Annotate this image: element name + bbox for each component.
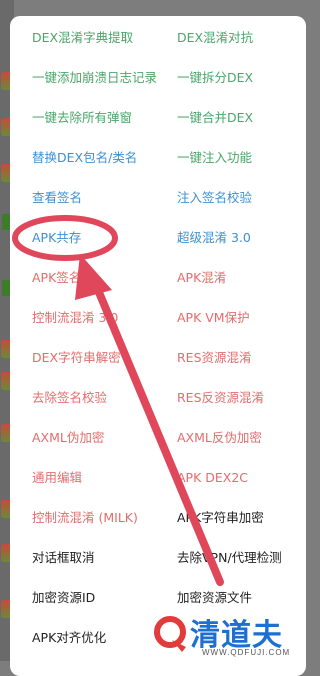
menu-item[interactable]: 对话框取消 [10, 538, 157, 578]
menu-item[interactable]: 控制流混淆 3.0 [10, 298, 157, 338]
menu-item[interactable]: 查看签名 [10, 178, 157, 218]
menu-item[interactable]: 去除VPN/代理检测 [157, 538, 306, 578]
watermark-url: WWW.QDFUJI.COM [202, 648, 291, 657]
menu-item[interactable]: APK签名 [10, 258, 157, 298]
menu-item[interactable]: 替换DEX包名/类名 [10, 138, 157, 178]
menu-item[interactable]: DEX混淆字典提取 [10, 18, 157, 58]
menu-row: 控制流混淆 3.0 APK VM保护 [10, 298, 306, 338]
menu-row: 一键去除所有弹窗 一键合并DEX [10, 98, 306, 138]
menu-item[interactable]: 注入签名校验 [157, 178, 306, 218]
menu-item[interactable]: AXML反伪加密 [157, 418, 306, 458]
menu-item[interactable]: 超级混淆 3.0 [157, 218, 306, 258]
menu-row: 一键添加崩溃日志记录 一键拆分DEX [10, 58, 306, 98]
tools-popup-menu: DEX混淆字典提取 DEX混淆对抗 一键添加崩溃日志记录 一键拆分DEX 一键去除所有弹… [10, 16, 306, 676]
menu-item[interactable]: 加密资源ID [10, 578, 157, 618]
menu-item[interactable]: 通用编辑 [10, 458, 157, 498]
menu-item[interactable]: DEX混淆对抗 [157, 18, 306, 58]
menu-item[interactable]: APK混淆 [157, 258, 306, 298]
menu-item[interactable]: RES资源混淆 [157, 338, 306, 378]
menu-item[interactable]: APK字符串加密 [157, 498, 306, 538]
menu-item[interactable]: 一键合并DEX [157, 98, 306, 138]
menu-row: 去除签名校验 RES反资源混淆 [10, 378, 306, 418]
menu-row: 对话框取消 去除VPN/代理检测 [10, 538, 306, 578]
menu-item[interactable]: 去除签名校验 [10, 378, 157, 418]
menu-item[interactable]: 控制流混淆 (MILK) [10, 498, 157, 538]
menu-item[interactable]: APK VM保护 [157, 298, 306, 338]
menu-row: 替换DEX包名/类名 一键注入功能 [10, 138, 306, 178]
menu-item[interactable]: 一键拆分DEX [157, 58, 306, 98]
watermark: 清道夫 WWW.QDFUJI.COM [150, 612, 320, 661]
menu-item[interactable]: APK共存 [10, 218, 157, 258]
menu-row: DEX混淆字典提取 DEX混淆对抗 [10, 18, 306, 58]
menu-item[interactable]: 一键添加崩溃日志记录 [10, 58, 157, 98]
menu-item[interactable]: 一键注入功能 [157, 138, 306, 178]
menu-item[interactable]: APK DEX2C [157, 458, 306, 498]
menu-item[interactable]: RES反资源混淆 [157, 378, 306, 418]
menu-row: APK共存 超级混淆 3.0 [10, 218, 306, 258]
menu-row: APK签名 APK混淆 [10, 258, 306, 298]
menu-row: DEX字符串解密 RES资源混淆 [10, 338, 306, 378]
menu-item[interactable]: 一键去除所有弹窗 [10, 98, 157, 138]
menu-item[interactable]: AXML伪加密 [10, 418, 157, 458]
menu-item[interactable]: APK对齐优化 [10, 618, 157, 658]
watermark-logo-icon [154, 616, 186, 652]
menu-row: 查看签名 注入签名校验 [10, 178, 306, 218]
menu-row: 通用编辑 APK DEX2C [10, 458, 306, 498]
menu-row: AXML伪加密 AXML反伪加密 [10, 418, 306, 458]
menu-item[interactable]: DEX字符串解密 [10, 338, 157, 378]
menu-row: 控制流混淆 (MILK) APK字符串加密 [10, 498, 306, 538]
